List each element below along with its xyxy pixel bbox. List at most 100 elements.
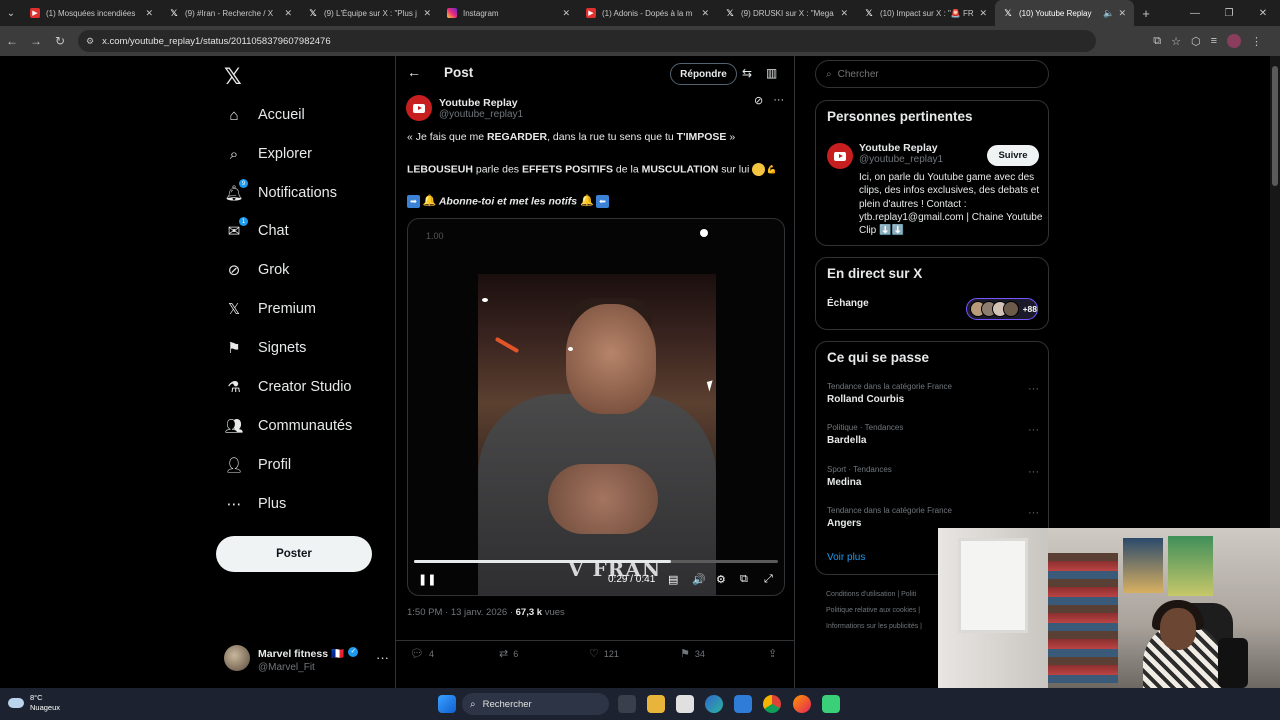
settings-gear-icon[interactable]: ⚙ (716, 573, 726, 586)
fullscreen-icon[interactable]: ⤢ (764, 573, 773, 586)
search-input[interactable] (837, 68, 1018, 80)
captions-icon[interactable]: ▤ (668, 573, 678, 586)
nav-label: Plus (258, 496, 287, 512)
close-window-icon[interactable]: ✕ (1246, 0, 1280, 26)
weather-widget[interactable]: 8°C Nuageux (8, 693, 60, 713)
more-icon[interactable]: ··· (1028, 424, 1039, 436)
site-info-icon[interactable]: ⚙ (86, 36, 94, 47)
tweet-author[interactable]: Youtube Replay @youtube_replay1 (406, 94, 523, 122)
post-button[interactable]: Poster (216, 536, 372, 572)
close-tab-icon[interactable]: ✕ (979, 8, 987, 19)
pip-icon[interactable]: ⧉ (740, 573, 748, 586)
chrome-icon[interactable] (763, 695, 781, 713)
live-space-label[interactable]: Échange (827, 298, 869, 309)
browser-tab[interactable]: 𝕏 (9) #Iran - Recherche / X ✕ (161, 0, 300, 26)
new-tab-button[interactable]: + (1134, 6, 1158, 21)
browser-tab-active[interactable]: 𝕏 (10) Youtube Replay 🔈 ✕ (995, 0, 1134, 26)
x-logo-icon[interactable]: 𝕏 (224, 64, 242, 90)
sliders-icon[interactable]: ⇆ (742, 66, 752, 80)
video-progress-bar[interactable] (414, 560, 778, 563)
back-icon[interactable]: ← (0, 34, 24, 48)
edge-icon[interactable] (705, 695, 723, 713)
browser-tab[interactable]: Instagram ✕ (439, 0, 578, 26)
close-tab-icon[interactable]: ✕ (1118, 8, 1126, 19)
menu-icon[interactable]: ⋮ (1251, 35, 1262, 48)
nav-item-accueil[interactable]: ⌂ Accueil (224, 100, 304, 130)
minimize-icon[interactable]: — (1178, 0, 1212, 26)
footer-link[interactable]: Conditions d'utilisation | Politi (826, 587, 938, 603)
trend-item[interactable]: Politique · Tendances Bardella ··· (827, 423, 1039, 446)
media-icon[interactable]: ≡ (1211, 35, 1217, 47)
close-tab-icon[interactable]: ✕ (284, 8, 292, 19)
video-player[interactable]: 1.00 V FRAN ❚❚ 0:29 / 0:41 ▤ 🔊 ⚙ ⧉ ⤢ (407, 218, 785, 596)
browser-tab[interactable]: 𝕏 (9) DRUSKI sur X : "Mega ✕ (717, 0, 856, 26)
repost-action[interactable]: ⇄ 6 (499, 647, 518, 660)
task-view-icon[interactable] (618, 695, 636, 713)
install-icon[interactable]: ⧉ (1153, 35, 1161, 48)
browser-tab[interactable]: 𝕏 (9) L'Équipe sur X : "Plus j ✕ (300, 0, 439, 26)
share-action[interactable]: ⇪ (768, 647, 777, 660)
browser-tab[interactable]: 𝕏 (10) Impact sur X : "🚨 FR ✕ (856, 0, 995, 26)
file-explorer-icon[interactable] (647, 695, 665, 713)
close-tab-icon[interactable]: ✕ (840, 8, 848, 19)
reload-icon[interactable]: ↻ (48, 34, 72, 48)
volume-icon[interactable]: 🔊 (692, 573, 706, 586)
notepad-icon[interactable] (676, 695, 694, 713)
taskbar-search[interactable]: ⌕ Rechercher (462, 693, 609, 715)
star-icon[interactable]: ☆ (1171, 35, 1181, 48)
nav-item-signets[interactable]: ⚑ Signets (224, 333, 306, 363)
more-icon[interactable]: ··· (773, 94, 784, 107)
back-arrow-icon[interactable]: ← (407, 64, 421, 80)
more-icon[interactable]: ··· (376, 650, 389, 665)
close-tab-icon[interactable]: ✕ (423, 8, 431, 19)
nav-item-creator-studio[interactable]: ⚗ Creator Studio (224, 372, 351, 402)
reply-action[interactable]: 💬︎ 4 (410, 647, 434, 660)
search-box[interactable]: ⌕ (815, 60, 1049, 88)
nav-item-premium[interactable]: 𝕏 Premium (224, 294, 316, 324)
trend-item[interactable]: Sport · Tendances Medina ··· (827, 465, 1039, 488)
relevant-user[interactable]: Youtube Replay @youtube_replay1 (859, 142, 943, 165)
nav-item-notifications[interactable]: 🔔︎ 9 Notifications (224, 178, 337, 208)
url-field[interactable]: ⚙ x.com/youtube_replay1/status/201105837… (78, 30, 1096, 52)
follow-button[interactable]: Suivre (987, 145, 1039, 166)
speaker-icon[interactable]: 🔈 (1103, 8, 1114, 19)
profile-avatar[interactable] (1227, 34, 1241, 48)
more-icon[interactable]: ··· (1028, 383, 1039, 395)
tweet-text-line: ➡ 🔔 Abonne-toi et met les notifs 🔔 ⬅ (407, 195, 609, 208)
trend-item[interactable]: Tendance dans la catégorie France Angers… (827, 506, 1039, 529)
close-tab-icon[interactable]: ✕ (145, 8, 153, 19)
nav-item-chat[interactable]: ✉ 1 Chat (224, 216, 289, 246)
close-tab-icon[interactable]: ✕ (562, 8, 570, 19)
bookmark-action[interactable]: ⚑ 34 (680, 647, 705, 660)
reply-button[interactable]: Répondre (670, 63, 737, 85)
store-icon[interactable] (734, 695, 752, 713)
firefox-icon[interactable] (793, 695, 811, 713)
extensions-icon[interactable]: ⬡ (1191, 35, 1201, 48)
trend-item[interactable]: Tendance dans la catégorie France Rollan… (827, 382, 1039, 405)
grok-icon[interactable]: ⊘ (754, 94, 763, 107)
reader-icon[interactable]: ▥ (766, 66, 777, 80)
relevant-avatar[interactable] (827, 143, 860, 169)
live-participants[interactable]: +88 (966, 298, 1038, 320)
nav-item-grok[interactable]: ⊘ Grok (224, 255, 290, 285)
browser-tab[interactable]: ▶ (1) Adonis - Dopés à la m ✕ (578, 0, 717, 26)
pause-icon[interactable]: ❚❚ (418, 573, 436, 586)
more-icon[interactable]: ··· (1028, 507, 1039, 519)
tab-search-icon[interactable]: ⌄ (0, 0, 22, 26)
footer-link[interactable]: Informations sur les publicités | (826, 619, 938, 635)
more-icon[interactable]: ··· (1028, 466, 1039, 478)
nav-item-profil[interactable]: 👤︎ Profil (224, 450, 291, 480)
browser-tab[interactable]: ▶ (1) Mosquées incendiées ✕ (22, 0, 161, 26)
maximize-icon[interactable]: ❐ (1212, 0, 1246, 26)
account-switcher[interactable]: Marvel fitness 🇫🇷 ✓ @Marvel_Fit ··· (224, 642, 389, 674)
nav-item-explorer[interactable]: ⌕ Explorer (224, 139, 312, 169)
close-tab-icon[interactable]: ✕ (701, 8, 709, 19)
app-icon[interactable] (822, 695, 840, 713)
nav-item-communaut-s[interactable]: 👥︎ Communautés (224, 411, 352, 441)
show-more-link[interactable]: Voir plus (827, 552, 865, 563)
nav-item-plus[interactable]: ⋯ Plus (224, 489, 287, 519)
like-action[interactable]: ♡ 121 (589, 647, 619, 660)
footer-link[interactable]: Politique relative aux cookies | (826, 603, 938, 619)
forward-icon[interactable]: → (24, 34, 48, 48)
windows-start-icon[interactable] (438, 695, 456, 713)
